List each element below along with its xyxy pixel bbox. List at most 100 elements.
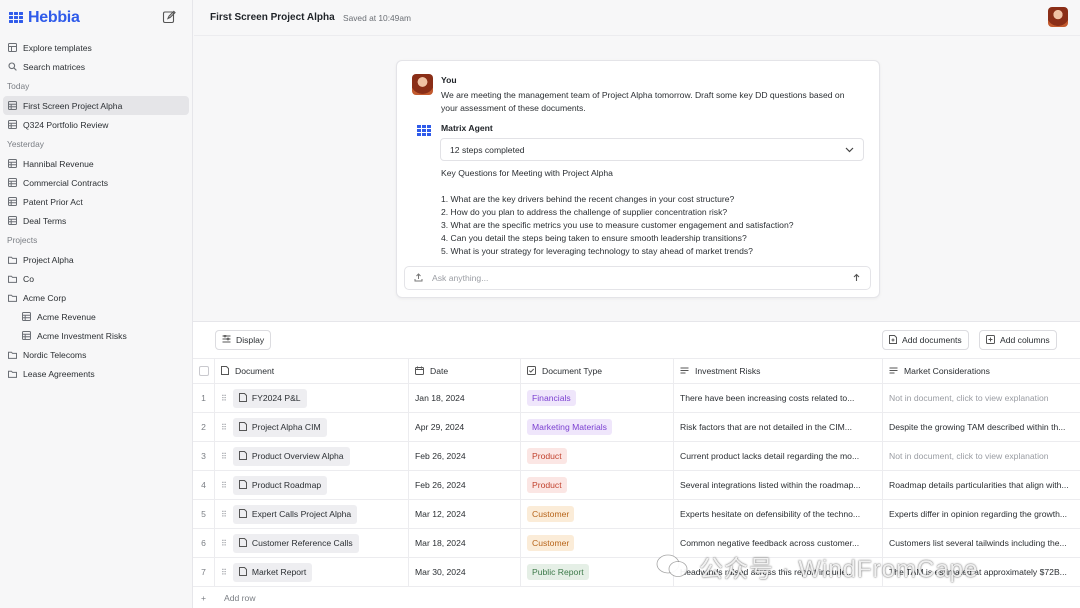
market-considerations-value: Customers list several tailwinds includi… <box>889 538 1067 548</box>
table-row[interactable]: 3 ⠿ Product Overview Alpha Feb 26, 2024 Prod… <box>193 442 1080 471</box>
date-cell[interactable]: Mar 12, 2024 <box>409 500 521 528</box>
market-considerations-cell[interactable]: Not in document, click to view explanati… <box>883 384 1080 412</box>
market-considerations-cell[interactable]: Customers list several tailwinds includi… <box>883 529 1080 557</box>
investment-risks-value: Several integrations listed within the r… <box>680 480 861 490</box>
date-cell[interactable]: Apr 29, 2024 <box>409 413 521 441</box>
sidebar-item-acme-corp[interactable]: Acme Corp <box>3 288 189 307</box>
document-cell[interactable]: ⠿ Project Alpha CIM <box>215 413 409 441</box>
sidebar-item-nordic-telecoms[interactable]: Nordic Telecoms <box>3 345 189 364</box>
document-chip[interactable]: Product Roadmap <box>232 475 328 495</box>
document-icon <box>238 421 247 433</box>
document-chip[interactable]: Customer Reference Calls <box>232 533 359 553</box>
market-considerations-cell[interactable]: Not in document, click to view explanati… <box>883 442 1080 470</box>
new-chat-edit-icon[interactable] <box>162 10 176 24</box>
drag-handle-icon[interactable]: ⠿ <box>221 568 227 577</box>
date-cell[interactable]: Feb 26, 2024 <box>409 471 521 499</box>
document-type-tag: Marketing Materials <box>527 419 612 435</box>
sidebar-item-label: Deal Terms <box>23 215 67 226</box>
document-chip[interactable]: Market Report <box>232 562 313 582</box>
ask-input[interactable]: Ask anything... <box>404 266 871 290</box>
sidebar-item-deal-terms[interactable]: Deal Terms <box>3 211 189 230</box>
document-chip[interactable]: Project Alpha CIM <box>232 417 327 437</box>
document-cell[interactable]: ⠿ Expert Calls Project Alpha <box>215 500 409 528</box>
date-value: Apr 29, 2024 <box>415 422 465 432</box>
sidebar-item-first-screen-project-alpha[interactable]: First Screen Project Alpha <box>3 96 189 115</box>
user-avatar[interactable] <box>1048 7 1068 27</box>
document-type-cell[interactable]: Product <box>521 442 674 470</box>
document-cell[interactable]: ⠿ Customer Reference Calls <box>215 529 409 557</box>
market-considerations-cell[interactable]: Despite the growing TAM described within… <box>883 413 1080 441</box>
drag-handle-icon[interactable]: ⠿ <box>221 394 227 403</box>
brand-logo[interactable]: Hebbia <box>9 9 80 27</box>
market-considerations-cell[interactable]: Roadmap details particularities that ali… <box>883 471 1080 499</box>
send-icon[interactable] <box>852 273 861 284</box>
upload-icon[interactable] <box>414 272 423 284</box>
sidebar-item-explore-templates[interactable]: Explore templates <box>3 38 189 57</box>
table-row[interactable]: 6 ⠿ Customer Reference Calls Mar 18, 2024 Cu… <box>193 529 1080 558</box>
table-row[interactable]: 4 ⠿ Product Roadmap Feb 26, 2024 Product Seve… <box>193 471 1080 500</box>
market-considerations-value: Not in document, click to view explanati… <box>889 451 1049 461</box>
date-cell[interactable]: Mar 30, 2024 <box>409 558 521 586</box>
document-type-cell[interactable]: Product <box>521 471 674 499</box>
column-header-document[interactable]: Document <box>215 359 409 383</box>
table-row[interactable]: 2 ⠿ Project Alpha CIM Apr 29, 2024 Marketing… <box>193 413 1080 442</box>
drag-handle-icon[interactable]: ⠿ <box>221 539 227 548</box>
date-cell[interactable]: Feb 26, 2024 <box>409 442 521 470</box>
matrix-table-area: Display Add documents Add columns Docume… <box>193 321 1080 608</box>
steps-completed-dropdown[interactable]: 12 steps completed <box>440 138 864 161</box>
table-row[interactable]: 5 ⠿ Expert Calls Project Alpha Mar 12, 2024… <box>193 500 1080 529</box>
column-header-document-type[interactable]: Document Type <box>521 359 674 383</box>
investment-risks-cell[interactable]: Current product lacks detail regarding t… <box>674 442 883 470</box>
sidebar-item-hannibal-revenue[interactable]: Hannibal Revenue <box>3 154 189 173</box>
display-button[interactable]: Display <box>215 330 272 350</box>
date-cell[interactable]: Mar 18, 2024 <box>409 529 521 557</box>
investment-risks-cell[interactable]: There have been increasing costs related… <box>674 384 883 412</box>
sidebar-item-co[interactable]: Co <box>3 269 189 288</box>
investment-risks-cell[interactable]: Risk factors that are not detailed in th… <box>674 413 883 441</box>
document-type-cell[interactable]: Marketing Materials <box>521 413 674 441</box>
sidebar-item-acme-revenue[interactable]: Acme Revenue <box>3 307 189 326</box>
investment-risks-cell[interactable]: Experts hesitate on defensibility of the… <box>674 500 883 528</box>
document-cell[interactable]: ⠿ FY2024 P&L <box>215 384 409 412</box>
investment-risks-cell[interactable]: Common negative feedback across customer… <box>674 529 883 557</box>
table-row[interactable]: 1 ⠿ FY2024 P&L Jan 18, 2024 Financials There … <box>193 384 1080 413</box>
drag-handle-icon[interactable]: ⠿ <box>221 452 227 461</box>
add-columns-button[interactable]: Add columns <box>979 330 1057 350</box>
drag-handle-icon[interactable]: ⠿ <box>221 510 227 519</box>
document-cell[interactable]: ⠿ Product Overview Alpha <box>215 442 409 470</box>
column-header-date[interactable]: Date <box>409 359 521 383</box>
document-cell[interactable]: ⠿ Product Roadmap <box>215 471 409 499</box>
add-documents-button[interactable]: Add documents <box>882 330 969 350</box>
investment-risks-cell[interactable]: Several integrations listed within the r… <box>674 471 883 499</box>
add-row-button[interactable]: + Add row <box>193 587 1080 608</box>
market-considerations-cell[interactable]: The TAM is estimated at approximately $7… <box>883 558 1080 586</box>
steps-completed-label: 12 steps completed <box>450 144 525 155</box>
drag-handle-icon[interactable]: ⠿ <box>221 423 227 432</box>
document-cell[interactable]: ⠿ Market Report <box>215 558 409 586</box>
document-chip[interactable]: Expert Calls Project Alpha <box>232 504 358 524</box>
sidebar-item-commercial-contracts[interactable]: Commercial Contracts <box>3 173 189 192</box>
row-number-label: 4 <box>201 480 206 490</box>
select-all-cell[interactable] <box>193 359 215 383</box>
document-type-cell[interactable]: Customer <box>521 529 674 557</box>
investment-risks-cell[interactable]: Headwinds raised across this report incl… <box>674 558 883 586</box>
table-row[interactable]: 7 ⠿ Market Report Mar 30, 2024 Public Report… <box>193 558 1080 587</box>
sidebar-item-patent-prior-act[interactable]: Patent Prior Act <box>3 192 189 211</box>
document-type-cell[interactable]: Customer <box>521 500 674 528</box>
column-header-market-considerations[interactable]: Market Considerations <box>883 359 1080 383</box>
sidebar-item-project-alpha[interactable]: Project Alpha <box>3 250 189 269</box>
sidebar-item-lease-agreements[interactable]: Lease Agreements <box>3 364 189 383</box>
page-title[interactable]: First Screen Project Alpha <box>210 12 335 23</box>
market-considerations-cell[interactable]: Experts differ in opinion regarding the … <box>883 500 1080 528</box>
select-all-checkbox[interactable] <box>198 366 209 376</box>
date-cell[interactable]: Jan 18, 2024 <box>409 384 521 412</box>
column-header-investment-risks[interactable]: Investment Risks <box>674 359 883 383</box>
drag-handle-icon[interactable]: ⠿ <box>221 481 227 490</box>
sidebar-item-search-matrices[interactable]: Search matrices <box>3 57 189 76</box>
document-type-cell[interactable]: Financials <box>521 384 674 412</box>
sidebar-item-q324-portfolio-review[interactable]: Q324 Portfolio Review <box>3 115 189 134</box>
document-chip[interactable]: FY2024 P&L <box>232 388 307 408</box>
document-type-cell[interactable]: Public Report <box>521 558 674 586</box>
sidebar-item-acme-investment-risks[interactable]: Acme Investment Risks <box>3 326 189 345</box>
document-chip[interactable]: Product Overview Alpha <box>232 446 350 466</box>
